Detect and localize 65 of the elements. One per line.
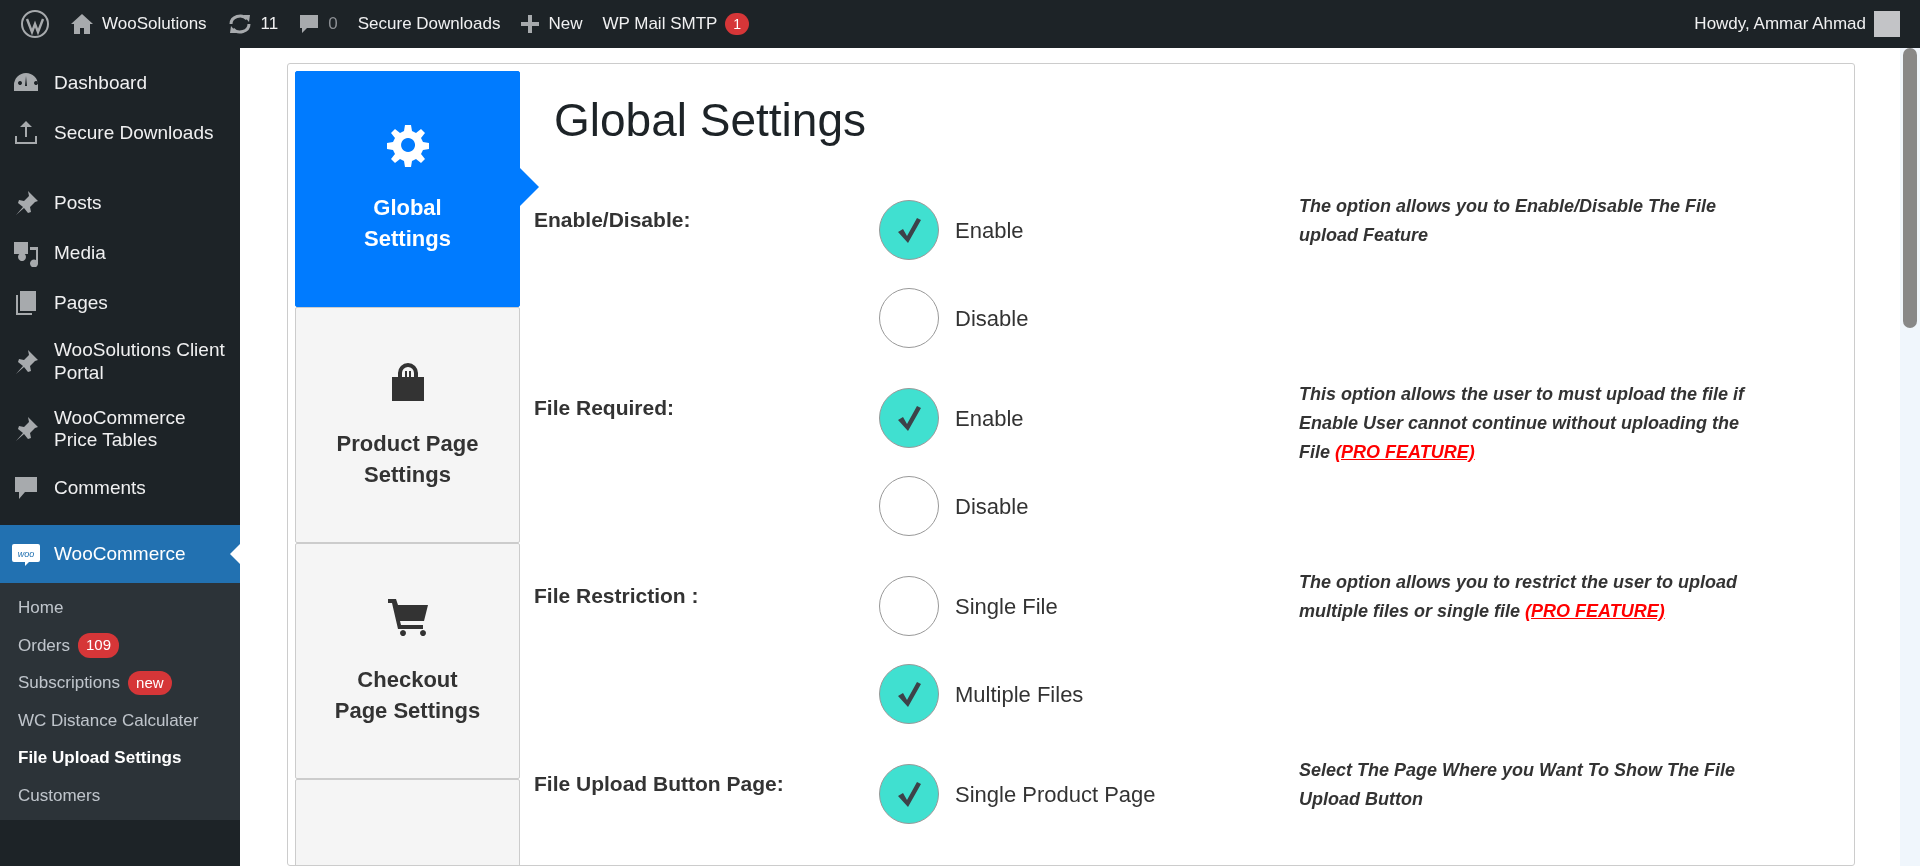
option-label: Enable <box>955 404 1024 433</box>
new-link[interactable]: New <box>548 11 583 37</box>
sidebar-menu-item[interactable]: Posts <box>0 178 240 228</box>
media-icon <box>12 239 40 267</box>
comment-icon <box>298 13 321 35</box>
home-icon <box>70 13 94 35</box>
setting-description: The option allows you to restrict the user to upload multiple files or single file (PRO FEATURE) <box>1299 571 1739 623</box>
option-label: Multiple Files <box>955 680 1084 709</box>
setting-label: File Upload Button Page: <box>534 771 785 798</box>
option-label: Single Product Page <box>955 780 1156 809</box>
check-icon <box>896 404 922 433</box>
sidebar-menu-item[interactable]: WooCommerce Price Tables <box>0 395 240 464</box>
setting-description: The option allows you to Enable/Disable The File upload Feature <box>1299 195 1718 247</box>
submenu-label: WC Distance Calculater <box>18 709 199 732</box>
submenu-item[interactable]: Orders 109 <box>0 626 240 665</box>
sidebar-menu-item[interactable]: woo WooCommerce <box>0 525 240 584</box>
gear-icon <box>385 123 430 168</box>
setting-label: File Required: <box>534 395 676 422</box>
sidebar-menu-item[interactable]: Dashboard <box>0 58 240 108</box>
settings-tab[interactable]: Product Page Settings <box>295 307 520 543</box>
submenu-label: Orders <box>18 634 70 657</box>
sidebar-menu-item[interactable]: Pages <box>0 278 240 328</box>
site-name-link[interactable]: WooSolutions <box>102 11 207 37</box>
submenu-item[interactable]: File Upload Settings <box>0 739 240 777</box>
check-icon <box>896 216 922 245</box>
option-label: Disable <box>955 304 1029 333</box>
count-badge: new <box>128 670 172 696</box>
updates-count[interactable]: 11 <box>260 11 279 37</box>
pro-feature-link[interactable]: (PRO FEATURE) <box>1335 441 1475 462</box>
active-tab-pointer <box>519 167 539 207</box>
page-heading: Global Settings <box>554 93 867 148</box>
wp-mail-smtp-link[interactable]: WP Mail SMTP <box>602 11 718 37</box>
setting-label: File Restriction : <box>534 583 700 610</box>
scrollbar[interactable] <box>1900 48 1920 866</box>
setting-description: Select The Page Where you Want To Show The File Upload Button <box>1299 759 1737 811</box>
setting-description: This option allows the user to must upload the file if Enable User cannot continue without uploading the File (PRO FEATURE) <box>1299 383 1747 464</box>
secure-downloads-link[interactable]: Secure Downloads <box>357 11 501 37</box>
comments-count[interactable]: 0 <box>328 11 338 37</box>
submenu-item[interactable]: Subscriptions new <box>0 664 240 702</box>
plus-icon <box>520 14 541 34</box>
setting-label: Enable/Disable: <box>534 207 692 234</box>
sidebar-menu-item[interactable]: WooSolutions Client Portal <box>0 328 240 396</box>
settings-tab[interactable]: Checkout Page Settings <box>295 543 520 779</box>
notification-badge: 1 <box>725 13 750 35</box>
option-label: Enable <box>955 216 1024 245</box>
option-label: Single File <box>955 592 1058 621</box>
pro-feature-link[interactable]: (PRO FEATURE) <box>1525 601 1665 621</box>
submenu-label: Subscriptions <box>18 672 121 695</box>
check-icon <box>896 680 922 709</box>
submenu-label: Home <box>18 597 64 620</box>
sidebar-menu-item[interactable]: Secure Downloads <box>0 108 240 158</box>
upload-icon <box>12 119 40 147</box>
option-label: Disable <box>955 492 1029 521</box>
greeting-link[interactable]: Howdy, Ammar Ahmad <box>1694 11 1866 37</box>
sidebar-menu-item[interactable]: Media <box>0 228 240 278</box>
wordpress-logo-icon[interactable] <box>20 9 50 39</box>
submenu-label: Customers <box>18 784 101 807</box>
submenu-item[interactable]: WC Distance Calculater <box>0 701 240 740</box>
count-badge: 109 <box>77 633 119 658</box>
sidebar-menu-item[interactable]: Comments <box>0 463 240 514</box>
check-icon <box>896 780 922 809</box>
submenu-label: File Upload Settings <box>18 747 182 770</box>
scrollbar-thumb[interactable] <box>1903 48 1917 328</box>
submenu-item[interactable]: Home <box>0 589 240 627</box>
submenu-item[interactable]: Customers <box>0 776 240 815</box>
